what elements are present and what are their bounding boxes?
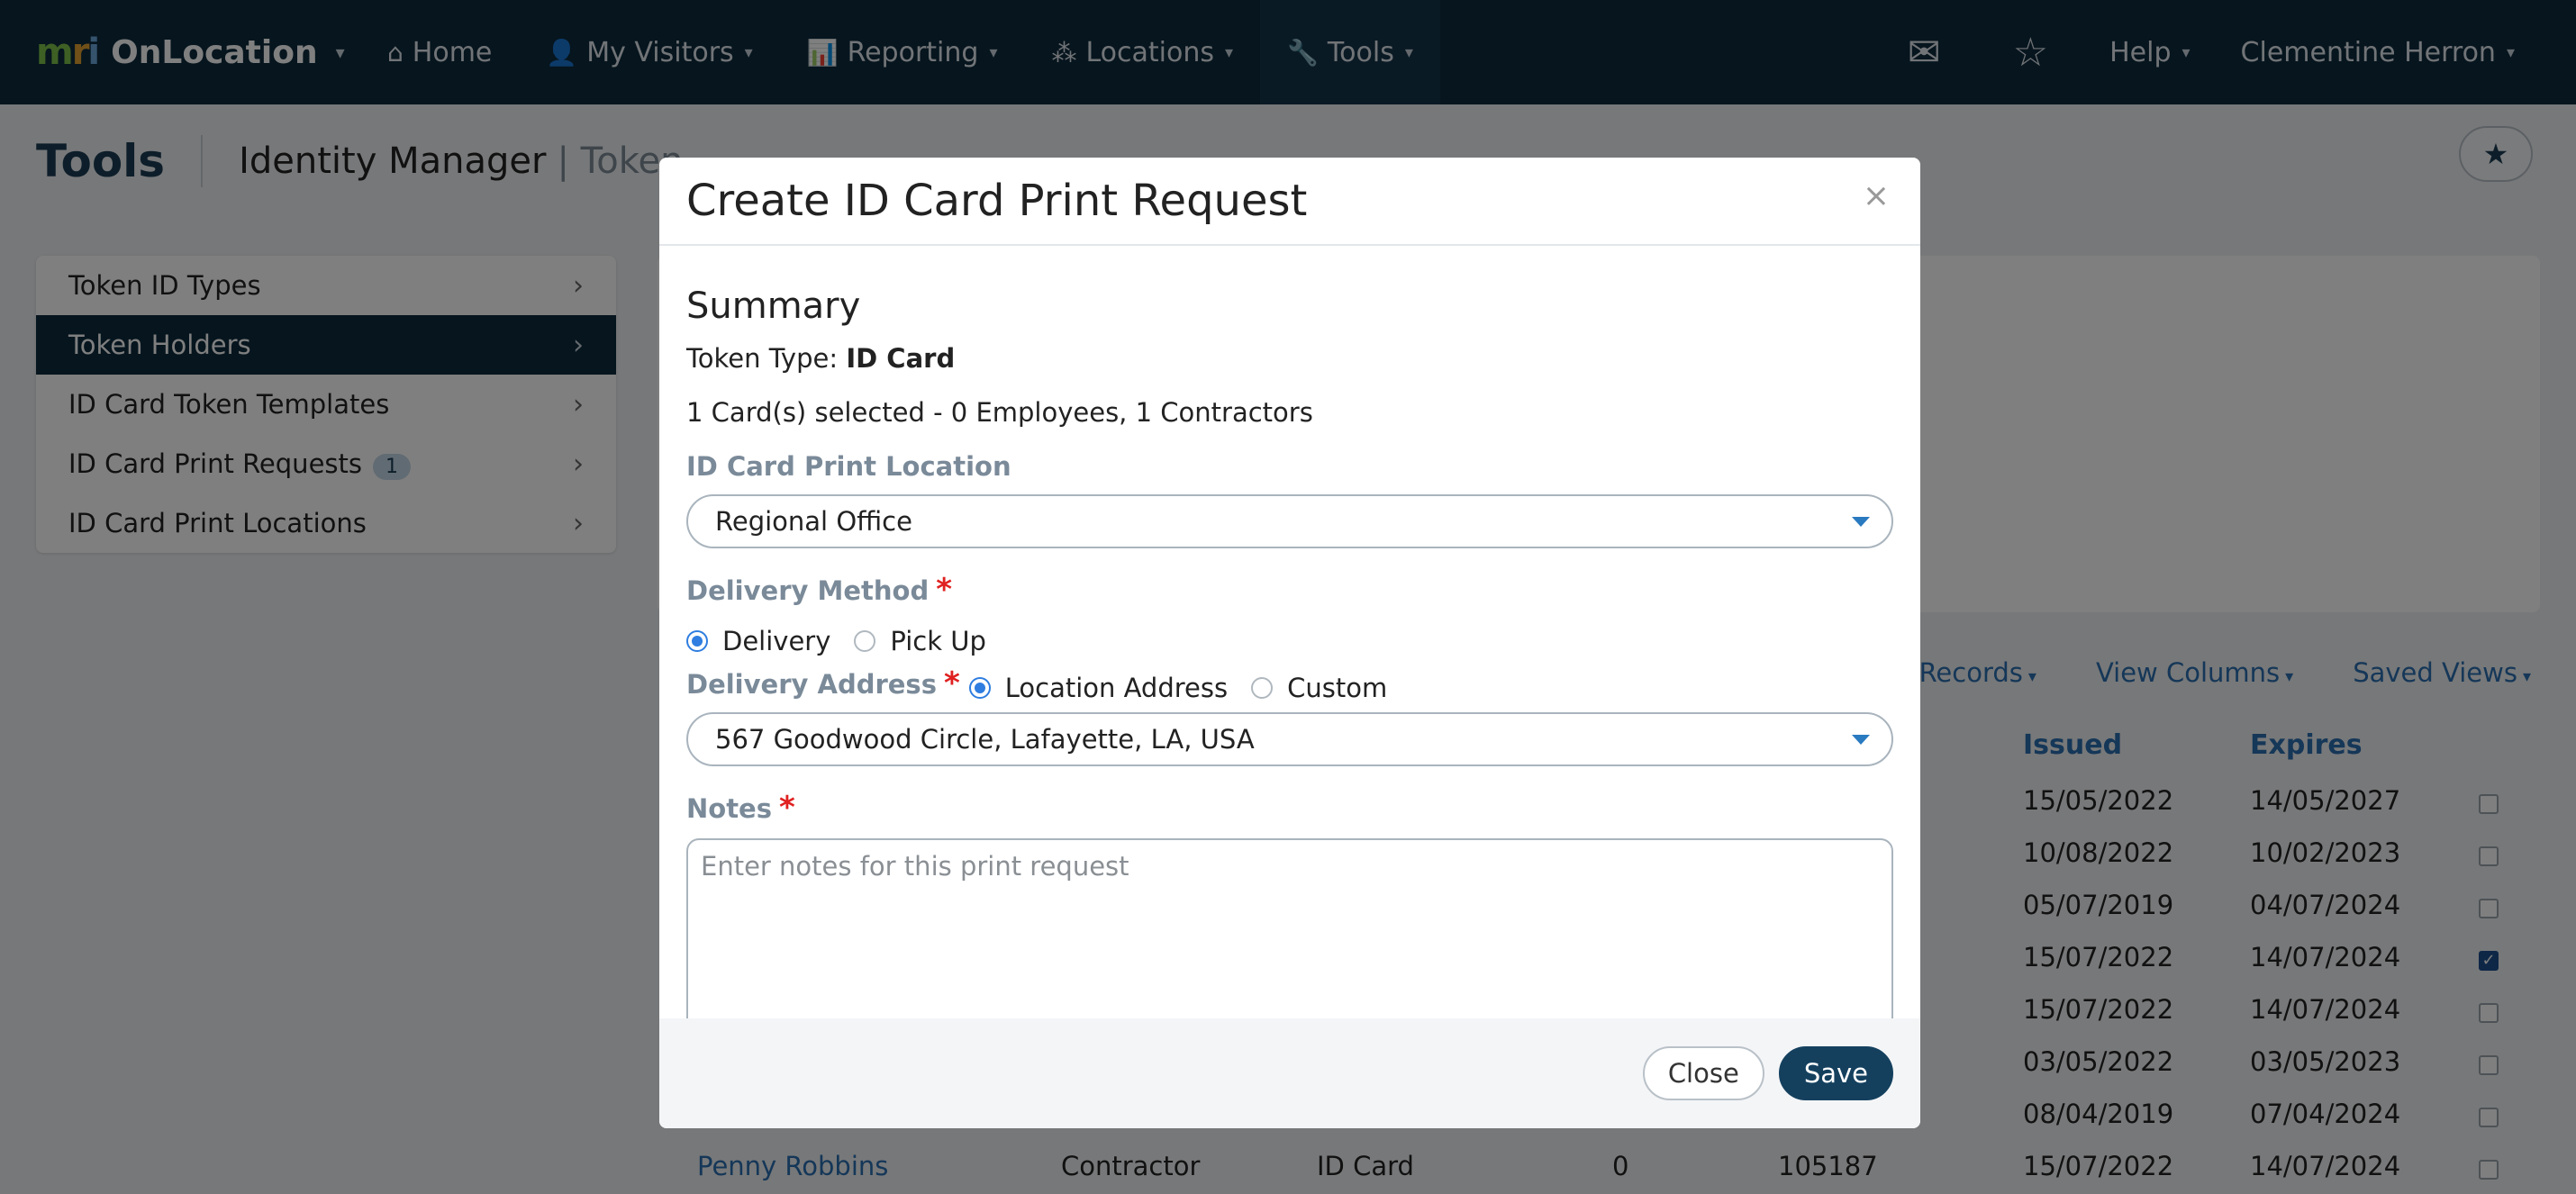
modal-body: Summary Token Type: ID Card 1 Card(s) se… [659,285,1920,1036]
delivery-method-label: Delivery Method * [686,572,1893,608]
required-asterisk: * [936,572,952,608]
delivery-method-options: Delivery Pick Up [686,626,1893,656]
radio-selected-icon [686,630,708,652]
radio-pick-up[interactable]: Pick Up [854,626,986,656]
modal-header: Create ID Card Print Request × [659,158,1920,246]
radio-delivery[interactable]: Delivery [686,626,830,656]
modal-title: Create ID Card Print Request [686,176,1308,226]
radio-location-address[interactable]: Location Address [968,673,1229,703]
save-button[interactable]: Save [1778,1046,1893,1100]
delivery-address-select[interactable]: 567 Goodwood Circle, Lafayette, LA, USA [686,712,1893,766]
notes-label: Notes * [686,790,1893,826]
delivery-address-options: Location Address Custom [968,673,1410,703]
token-type-label: Token Type: [686,343,839,374]
caret-down-icon [1852,516,1870,527]
radio-unselected-icon [854,630,876,652]
create-print-request-modal: Create ID Card Print Request × Summary T… [659,158,1920,1128]
radio-custom-label: Custom [1287,673,1388,703]
delivery-address-text: Delivery Address [686,669,937,700]
delivery-method-text: Delivery Method [686,575,930,606]
radio-selected-icon [968,677,991,699]
selection-summary: 1 Card(s) selected - 0 Employees, 1 Cont… [686,397,1313,428]
notes-text: Notes [686,793,772,824]
required-asterisk: * [779,790,795,826]
print-location-select[interactable]: Regional Office [686,494,1893,548]
radio-custom[interactable]: Custom [1251,673,1387,703]
print-location-label: ID Card Print Location [686,451,1011,482]
close-icon[interactable]: × [1863,177,1890,214]
token-type-line: Token Type: ID Card [686,343,1893,374]
notes-textarea[interactable]: Enter notes for this print request [686,838,1893,1036]
summary-heading: Summary [686,285,861,327]
modal-footer: Close Save [659,1018,1920,1128]
close-button[interactable]: Close [1642,1046,1764,1100]
required-asterisk: * [943,665,960,701]
token-type-value: ID Card [846,343,956,374]
print-location-value: Regional Office [715,506,912,537]
radio-unselected-icon [1251,677,1274,699]
delivery-address-value: 567 Goodwood Circle, Lafayette, LA, USA [715,724,1255,755]
radio-location-address-label: Location Address [1004,673,1229,703]
radio-pick-up-label: Pick Up [890,626,986,656]
radio-delivery-label: Delivery [722,626,831,656]
delivery-address-label: Delivery Address * [686,665,960,701]
caret-down-icon [1852,734,1870,745]
delivery-address-row: Delivery Address * Location Address Custo… [686,665,1893,703]
